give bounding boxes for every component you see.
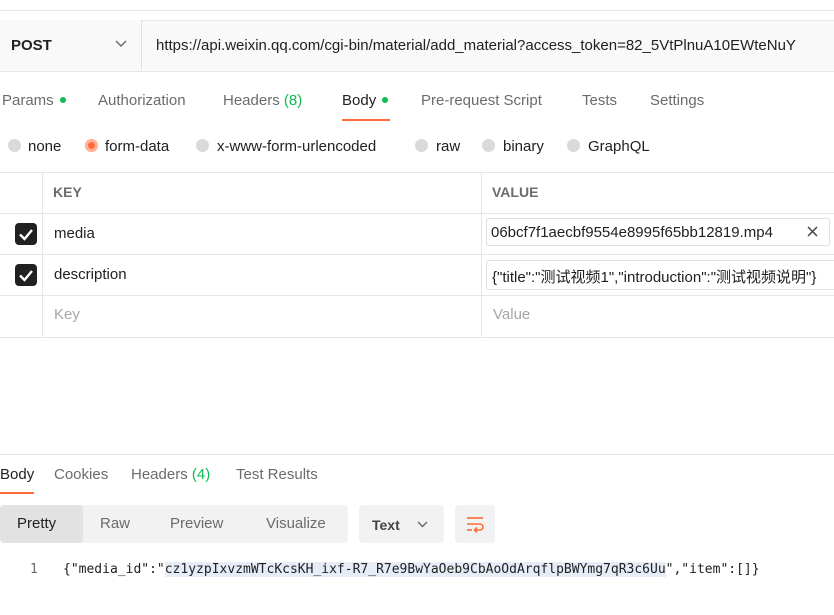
table-divider [0,213,834,214]
radio-binary-label[interactable]: binary [503,138,544,155]
radio-binary[interactable] [482,139,495,152]
table-divider [0,337,834,338]
column-header-key: KEY [53,184,82,200]
response-json[interactable]: {"media_id":"cz1yzpIxvzmWTcKcsKH_ixf-R7_… [63,562,760,577]
wrap-lines-icon [467,517,484,533]
checkmark-icon [19,270,33,282]
row-key[interactable]: description [54,266,127,283]
table-column-divider [42,172,43,337]
checkmark-icon [19,229,33,241]
view-mode-visualize[interactable]: Visualize [266,515,326,532]
row-value-file: 06bcf7f1aecbf9554e8995f65bb12819.mp4 [491,224,773,241]
chevron-down-icon[interactable] [114,39,128,49]
radio-none-label[interactable]: none [28,138,61,155]
response-tab-cookies[interactable]: Cookies [54,466,108,483]
url-input[interactable]: https://api.weixin.qq.com/cgi-bin/materi… [156,37,834,54]
radio-none[interactable] [8,139,21,152]
params-indicator-dot [59,97,66,104]
radio-graphql-label[interactable]: GraphQL [588,138,650,155]
close-icon[interactable] [806,225,819,238]
media-id-highlight: cz1yzpIxvzmWTcKcsKH_ixf-R7_R7e9BwYaOeb9C… [164,562,666,577]
tab-headers[interactable]: Headers (8) [223,92,302,109]
table-divider [0,172,834,173]
response-body-underline [0,492,34,494]
table-divider [0,254,834,255]
radio-graphql[interactable] [567,139,580,152]
tab-authorization[interactable]: Authorization [98,92,186,109]
radio-x-www-form-urlencoded[interactable] [196,139,209,152]
tab-pre-request-script[interactable]: Pre-request Script [421,92,542,109]
response-tab-test-results[interactable]: Test Results [236,466,318,483]
row-checkbox[interactable] [15,223,37,245]
response-tab-body[interactable]: Body [0,466,34,483]
radio-form-data[interactable] [85,139,98,152]
row-key[interactable]: media [54,225,95,242]
body-tab-underline [342,119,390,121]
radio-raw[interactable] [415,139,428,152]
form-data-table [0,172,834,338]
view-mode-pretty[interactable]: Pretty [17,515,56,532]
radio-x-www-form-urlencoded-label[interactable]: x-www-form-urlencoded [217,138,376,155]
chevron-down-icon [417,521,428,528]
row-value-text: {"title":"测试视频1","introduction":"测试视频说明"… [492,269,817,286]
response-divider [0,454,834,455]
value-placeholder[interactable]: Value [493,306,530,323]
tab-params[interactable]: Params [2,92,66,109]
response-tab-headers[interactable]: Headers (4) [131,466,210,483]
tab-tests[interactable]: Tests [582,92,617,109]
method-label: POST [11,37,52,54]
tab-settings[interactable]: Settings [650,92,704,109]
radio-raw-label[interactable]: raw [436,138,460,155]
table-column-divider [481,172,482,337]
tab-body[interactable]: Body [342,92,389,109]
key-placeholder[interactable]: Key [54,306,80,323]
view-mode-preview[interactable]: Preview [170,515,223,532]
view-mode-raw[interactable]: Raw [100,515,130,532]
wrap-lines-button[interactable] [455,505,495,543]
column-header-value: VALUE [492,184,539,200]
body-indicator-dot [382,97,389,104]
radio-form-data-label[interactable]: form-data [105,138,169,155]
line-number: 1 [30,562,38,577]
format-label: Text [372,517,400,533]
row-checkbox[interactable] [15,264,37,286]
top-divider [0,0,834,11]
table-divider [0,295,834,296]
